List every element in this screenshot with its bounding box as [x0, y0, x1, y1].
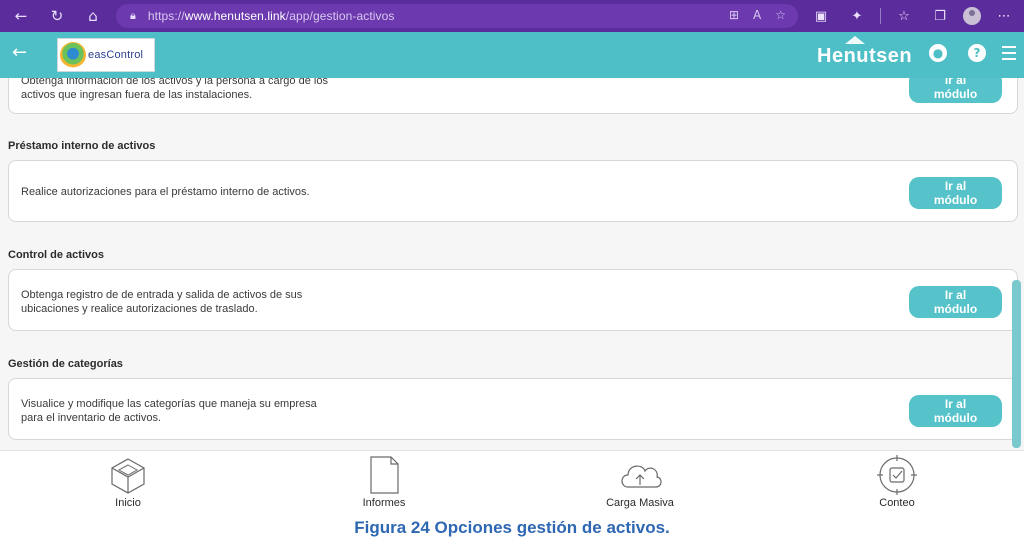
reload-icon[interactable]: ↻ [44, 3, 70, 29]
section-title: Control de activos [8, 249, 104, 261]
nav-item-conteo[interactable]: Conteo [847, 455, 947, 509]
description-line: activos que ingresan fuera de las instal… [21, 89, 253, 101]
module-card-control: Obtenga registro de de entrada y salida … [8, 269, 1018, 331]
go-to-module-button[interactable]: Ir al módulo [909, 78, 1002, 103]
module-card-visitantes: Obtenga información de los activos y la … [8, 78, 1018, 114]
nav-label: Informes [362, 497, 406, 509]
module-list: Obtenga información de los activos y la … [0, 78, 1024, 450]
nav-item-inicio[interactable]: Inicio [78, 455, 178, 509]
button-line: Ir al [944, 179, 967, 193]
module-description: Obtenga registro de de entrada y salida … [21, 288, 302, 316]
module-card-categorias: Visualice y modifique las categorías que… [8, 378, 1018, 440]
description-line: Visualice y modifique las categorías que… [21, 398, 317, 410]
home-cube-icon [111, 458, 145, 494]
favorite-add-icon[interactable]: ☆ [775, 8, 786, 22]
toolbar-divider [880, 8, 881, 24]
button-line: módulo [933, 302, 978, 316]
module-description: Visualice y modifique las categorías que… [21, 397, 317, 425]
module-card-prestamo: Realice autorizaciones para el préstamo … [8, 160, 1018, 222]
back-icon[interactable]: ← [8, 3, 34, 29]
collections-icon[interactable]: ❐ [927, 4, 953, 28]
url-path: /app/gestion-activos [285, 9, 395, 23]
url-prefix: https:// [147, 9, 185, 23]
fingerprint-logo-icon [60, 42, 86, 68]
go-to-module-button[interactable]: Ir al módulo [909, 395, 1002, 427]
module-description: Realice autorizaciones para el préstamo … [21, 185, 310, 199]
read-aloud-icon[interactable]: A [753, 8, 761, 22]
description-line: Obtenga registro de de entrada y salida … [21, 289, 303, 301]
description-line: ubicaciones y realice autorizaciones de … [21, 303, 258, 315]
section-title: Préstamo interno de activos [8, 140, 156, 152]
go-to-module-button[interactable]: Ir al módulo [909, 177, 1002, 209]
go-to-module-button[interactable]: Ir al módulo [909, 286, 1002, 318]
extensions-icon[interactable]: ▣ [808, 4, 834, 28]
puzzle-icon[interactable]: ✦ [844, 4, 870, 28]
button-line: Ir al [944, 288, 967, 302]
bottom-nav: Inicio Informes Carga Masiva Conteo [0, 450, 1024, 512]
brand-logo: Henutsen [817, 45, 913, 67]
browser-toolbar: ← ↻ ⌂ 🔒︎ https://www.henutsen.link/app/g… [0, 0, 1024, 32]
brand-triangle-icon [845, 36, 865, 44]
button-line: módulo [933, 87, 978, 101]
url-host: www.henutsen.link [184, 9, 286, 23]
description-line: para el inventario de activos. [21, 412, 162, 424]
hamburger-menu-icon[interactable] [1002, 46, 1016, 64]
help-icon[interactable]: ? [968, 44, 986, 62]
client-logo: easControl [57, 38, 155, 72]
description-line: Obtenga información de los activos y la … [21, 78, 328, 87]
client-logo-text: easControl [88, 49, 144, 61]
more-icon[interactable]: ⋯ [991, 4, 1017, 28]
section-title: Gestión de categorías [8, 358, 123, 370]
description-line: Realice autorizaciones para el préstamo … [21, 186, 310, 198]
lock-icon[interactable]: 🔒︎ [130, 9, 136, 23]
document-icon [370, 456, 399, 494]
nav-label: Conteo [879, 497, 915, 509]
cloud-upload-icon [621, 465, 662, 488]
button-line: módulo [933, 193, 978, 207]
url-text[interactable]: https://www.henutsen.link/app/gestion-ac… [148, 9, 395, 23]
nav-label: Inicio [115, 497, 141, 509]
scrollbar-thumb[interactable] [1012, 280, 1021, 448]
address-bar[interactable]: 🔒︎ https://www.henutsen.link/app/gestion… [116, 4, 798, 28]
module-description: Obtenga información de los activos y la … [21, 78, 328, 102]
button-line: Ir al [944, 78, 967, 87]
apps-icon[interactable]: ⊞ [729, 8, 739, 22]
profile-icon[interactable] [963, 7, 981, 25]
app-back-icon[interactable]: ← [12, 42, 27, 63]
figure-caption: Figura 24 Opciones gestión de activos. [354, 518, 670, 537]
button-line: Ir al [944, 397, 967, 411]
nav-item-carga-masiva[interactable]: Carga Masiva [590, 455, 690, 509]
nav-label: Carga Masiva [606, 497, 674, 509]
button-line: módulo [933, 411, 978, 425]
home-icon[interactable]: ⌂ [80, 3, 106, 29]
nav-item-informes[interactable]: Informes [334, 455, 434, 509]
app-header: ← easControl Henutsen ● ? [0, 32, 1024, 78]
favorites-icon[interactable]: ☆ [891, 4, 917, 28]
user-icon[interactable]: ● [929, 44, 947, 62]
target-icon [877, 455, 917, 495]
